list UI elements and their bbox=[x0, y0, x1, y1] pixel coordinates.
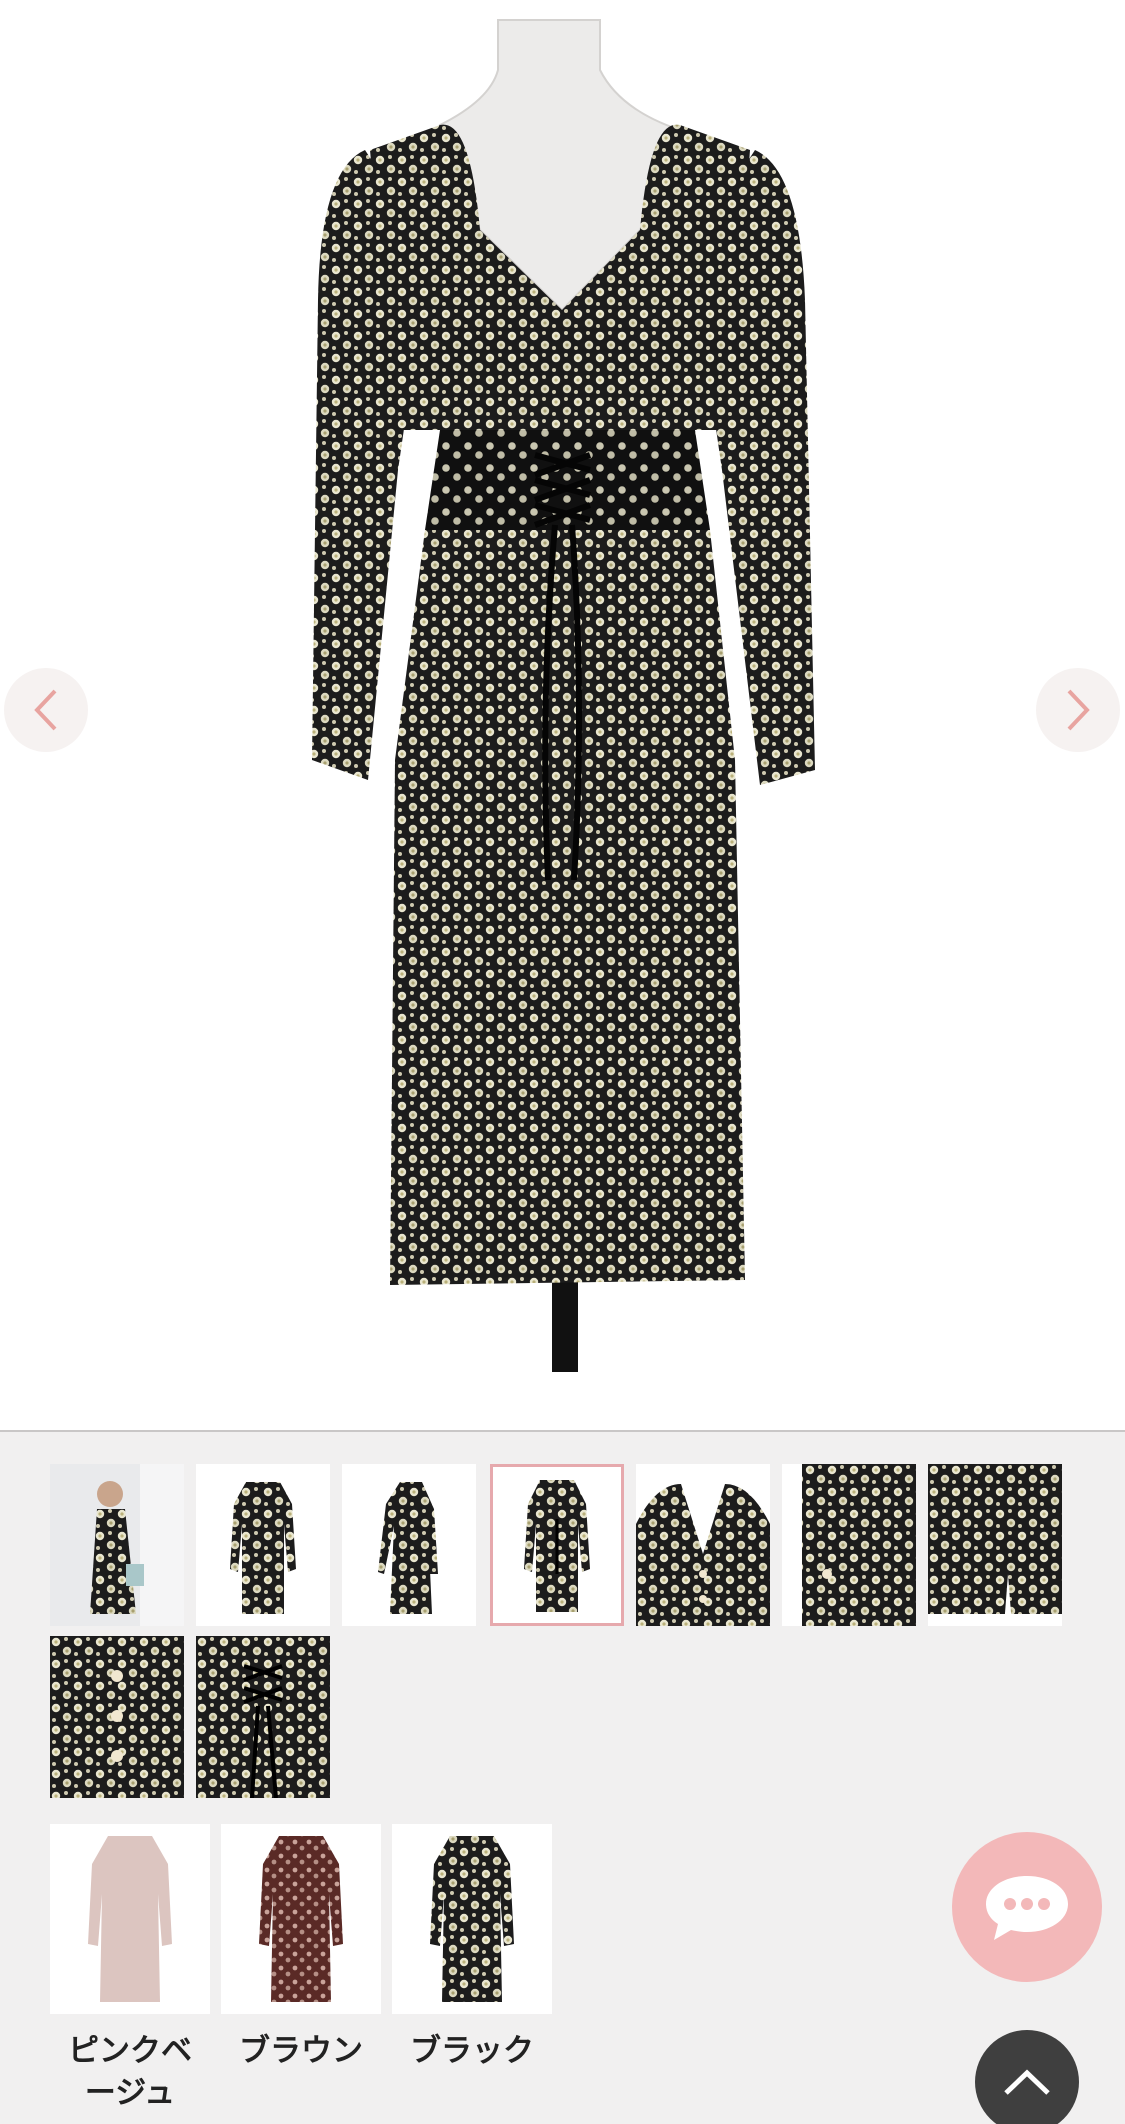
color-swatch-image bbox=[392, 1824, 552, 2014]
chevron-right-icon bbox=[1067, 689, 1090, 731]
color-label: ブラック bbox=[410, 2033, 534, 2068]
chat-bubble-icon bbox=[986, 1876, 1068, 1940]
thumbnail-laceup[interactable] bbox=[196, 1636, 330, 1798]
thumbnail-hem[interactable] bbox=[928, 1464, 1062, 1626]
thumbnail-front[interactable] bbox=[196, 1464, 330, 1626]
product-main-image bbox=[0, 0, 1125, 1430]
color-option-black[interactable]: ブラック bbox=[392, 1824, 552, 2072]
chevron-left-icon bbox=[34, 689, 57, 731]
color-option-brown[interactable]: ブラウン bbox=[221, 1824, 381, 2072]
color-swatch-image bbox=[50, 1824, 210, 2014]
color-option-pink-beige[interactable]: ピンクベ ージュ bbox=[50, 1824, 210, 2114]
color-swatch-image bbox=[221, 1824, 381, 2014]
thumbnail-cuff[interactable] bbox=[782, 1464, 916, 1626]
thumbnail-model[interactable] bbox=[50, 1464, 184, 1626]
thumbnail-neckline[interactable] bbox=[636, 1464, 770, 1626]
color-label: ピンクベ ージュ bbox=[68, 2033, 192, 2110]
thumbnail-side[interactable] bbox=[342, 1464, 476, 1626]
chevron-up-icon bbox=[1004, 2069, 1050, 2095]
thumbnail-buttons[interactable] bbox=[50, 1636, 184, 1798]
scroll-to-top-button[interactable] bbox=[975, 2030, 1079, 2124]
gallery-section: ピンクベ ージュ ブラウン ブラック bbox=[0, 1430, 1125, 2124]
chat-button[interactable] bbox=[952, 1832, 1102, 1982]
next-image-button[interactable] bbox=[1036, 668, 1120, 752]
dress-back-photo bbox=[312, 19, 815, 1372]
prev-image-button[interactable] bbox=[4, 668, 88, 752]
color-label: ブラウン bbox=[239, 2033, 363, 2068]
thumbnail-back[interactable] bbox=[490, 1464, 624, 1626]
